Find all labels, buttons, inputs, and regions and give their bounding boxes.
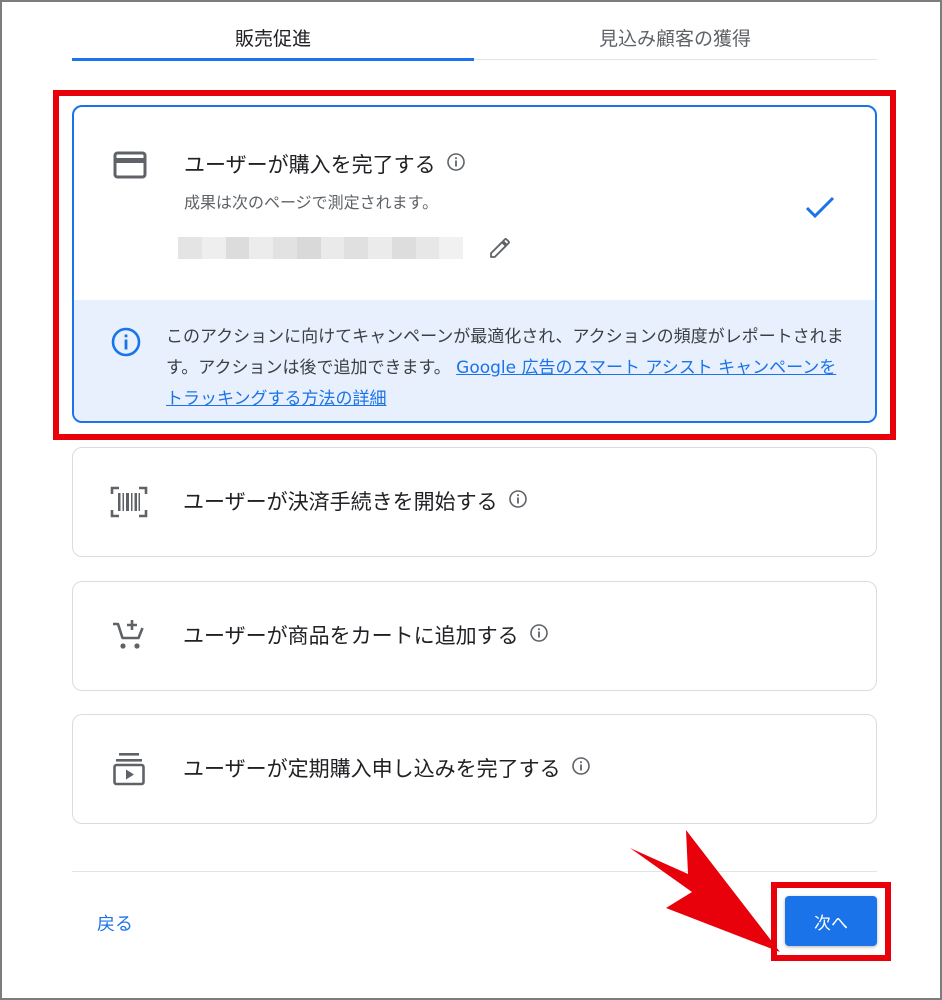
option-title: ユーザーが決済手続きを開始する: [183, 486, 528, 516]
conversion-option-add-to-cart[interactable]: ユーザーが商品をカートに追加する: [72, 581, 877, 691]
option-title-text: ユーザーが定期購入申し込みを完了する: [183, 757, 561, 781]
info-icon[interactable]: [571, 756, 591, 781]
subscriptions-icon: [109, 749, 149, 789]
goal-tabs: 販売促進 見込み顧客の獲得: [72, 0, 877, 61]
conversion-option-subscription[interactable]: ユーザーが定期購入申し込みを完了する: [72, 714, 877, 824]
add-shopping-cart-icon: [109, 616, 149, 656]
conversion-option-checkout[interactable]: ユーザーが決済手続きを開始する: [72, 447, 877, 557]
option-title: ユーザーが定期購入申し込みを完了する: [183, 753, 591, 783]
red-arrow-annotation: [628, 828, 788, 968]
tab-leads[interactable]: 見込み顧客の獲得: [474, 0, 876, 60]
option-title-text: ユーザーが商品をカートに追加する: [183, 624, 519, 648]
info-icon[interactable]: [508, 489, 528, 514]
highlight-box-next-button: [771, 882, 891, 961]
barcode-scan-icon: [109, 482, 149, 522]
option-title: ユーザーが商品をカートに追加する: [183, 620, 549, 650]
back-button[interactable]: 戻る: [97, 910, 133, 936]
tab-sales[interactable]: 販売促進: [72, 0, 474, 61]
highlight-box-selected-option: [53, 90, 896, 440]
option-title-text: ユーザーが決済手続きを開始する: [183, 490, 498, 514]
info-icon[interactable]: [529, 623, 549, 648]
